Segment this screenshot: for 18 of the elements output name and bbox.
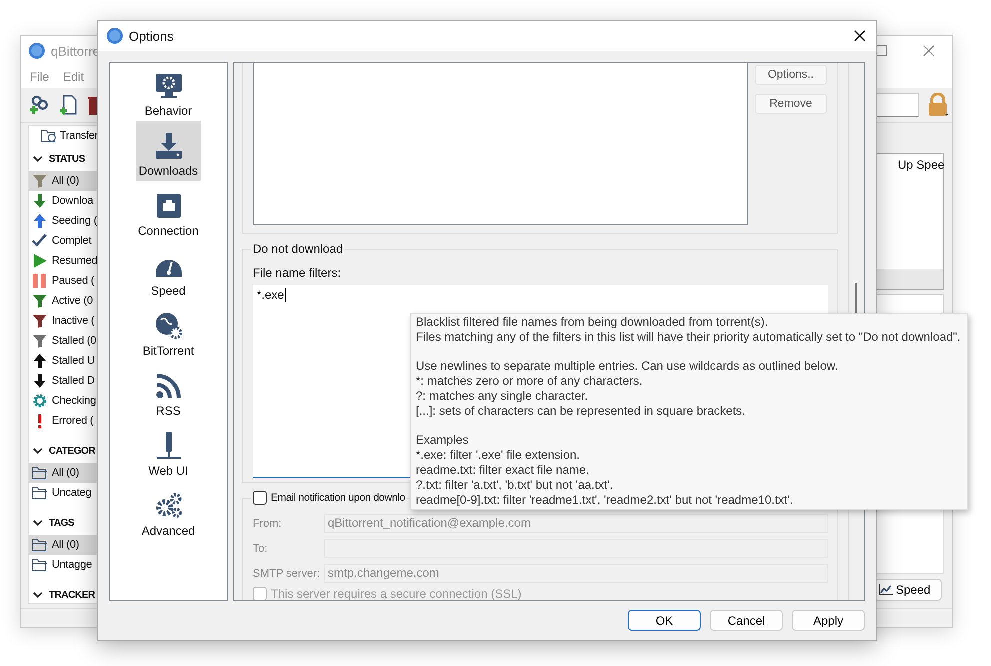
window-title: qBittorre [51,44,100,58]
tooltip-text: *.exe: filter '.exe' file extension. [416,448,581,463]
tooltip-text: Examples [416,433,470,448]
field-label: From: [253,518,283,530]
tooltip-text: Use newlines to separate multiple entries. Can use wildcards as outlined below. [416,359,840,374]
tooltip-text: ?.txt: filter 'a.txt', 'b.txt' but not 'aa.txt'. [416,478,614,493]
tooltip-text: readme[0-9].txt: filter 'readme1.txt', 'readme2.txt' but not 'readme10.txt'. [416,492,794,508]
tooltip-text: [...]: sets of characters can be represented in square brackets. [416,404,747,419]
tooltip-text: readme.txt: filter exact file name. [416,462,590,478]
tooltip-text: *: matches zero or more of any characters. [416,374,644,389]
field-label: To: [253,542,269,554]
field-label: SMTP server: [253,568,322,580]
field-label: File name filters: [253,266,342,280]
window-title: Options [129,28,174,44]
group-title: Do not download [252,242,344,256]
tooltip-text: Files matching any of the filters in this list will have their priority automatically set to "Do not download". [416,330,961,345]
tooltip-text: Blacklist filtered file names from being downloaded from torrent(s). [416,315,770,330]
tooltip-text: ?: matches any single character. [416,388,590,404]
